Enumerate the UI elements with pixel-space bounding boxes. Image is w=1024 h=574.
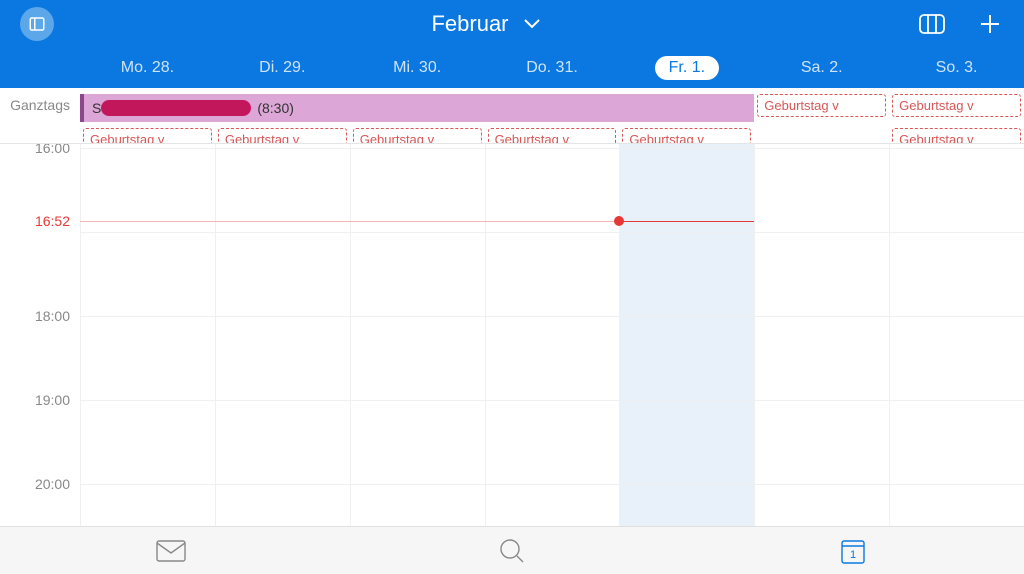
- plus-icon: [978, 12, 1002, 36]
- search-tab[interactable]: [496, 535, 528, 567]
- allday-section: Ganztags S (8:30) Geburtstag v Geburtstag v…: [0, 88, 1024, 144]
- header-left: [20, 7, 54, 41]
- day-label: Di. 29.: [259, 59, 305, 77]
- columns-icon: [919, 14, 945, 34]
- add-event-button[interactable]: [976, 10, 1004, 38]
- day-label: Do. 31.: [526, 59, 578, 77]
- now-line: [619, 221, 754, 222]
- bottom-bar: 1: [0, 526, 1024, 574]
- day-label: Sa. 2.: [801, 59, 843, 77]
- time-column[interactable]: [619, 144, 754, 526]
- calendar-icon: 1: [841, 538, 865, 564]
- birthday-event[interactable]: Geburtstag v: [757, 94, 886, 117]
- allday-event[interactable]: S (8:30): [80, 94, 754, 122]
- chevron-down-icon: [523, 18, 541, 30]
- sidebar-toggle-button[interactable]: [20, 7, 54, 41]
- allday-label: Ganztags: [0, 88, 80, 143]
- mail-tab[interactable]: [155, 535, 187, 567]
- event-prefix: S: [92, 100, 101, 116]
- day-label: Mo. 28.: [121, 59, 174, 77]
- hour-label: 20:00: [35, 476, 70, 492]
- now-label: 16:52: [35, 213, 70, 229]
- calendar-tab[interactable]: 1: [837, 535, 869, 567]
- days-row: Mo. 28. Di. 29. Mi. 30. Do. 31. Fr. 1. Sa. 2.…: [0, 48, 1024, 88]
- hour-line: [80, 232, 1024, 233]
- header: Februar Mo. 28. Di. 29. Mi. 30. Do. 31. Fr. …: [0, 0, 1024, 88]
- time-column[interactable]: [754, 144, 889, 526]
- day-cell[interactable]: Mo. 28.: [80, 48, 215, 88]
- time-labels: 16:00 18:00 19:00 20:00 16:52: [0, 144, 80, 526]
- day-cell[interactable]: Fr. 1.: [619, 48, 754, 88]
- day-label: So. 3.: [936, 59, 978, 77]
- view-options-button[interactable]: [918, 10, 946, 38]
- hour-line: [80, 148, 1024, 149]
- sidebar-icon: [28, 15, 46, 33]
- month-selector[interactable]: Februar: [431, 11, 540, 37]
- hour-line: [80, 484, 1024, 485]
- birthday-event[interactable]: Geburtstag v: [83, 128, 212, 144]
- birthday-event[interactable]: Geburtstag v: [892, 128, 1021, 144]
- time-column[interactable]: [889, 144, 1024, 526]
- time-grid[interactable]: 16:00 18:00 19:00 20:00 16:52: [0, 144, 1024, 526]
- hour-label: 16:00: [35, 144, 70, 156]
- day-label: Fr. 1.: [655, 56, 719, 80]
- event-redacted: [101, 100, 251, 116]
- search-icon: [499, 538, 525, 564]
- header-right: [918, 10, 1004, 38]
- event-time: (8:30): [257, 100, 294, 116]
- hour-line: [80, 316, 1024, 317]
- day-cell[interactable]: So. 3.: [889, 48, 1024, 88]
- hour-label: 19:00: [35, 392, 70, 408]
- calendar-day-number: 1: [850, 549, 856, 561]
- birthday-event[interactable]: Geburtstag v: [488, 128, 617, 144]
- mail-icon: [156, 540, 186, 562]
- birthday-event[interactable]: Geburtstag v: [218, 128, 347, 144]
- time-column[interactable]: [80, 144, 215, 526]
- hour-line: [80, 400, 1024, 401]
- day-cell[interactable]: Do. 31.: [485, 48, 620, 88]
- time-column[interactable]: [485, 144, 620, 526]
- month-label: Februar: [431, 11, 508, 37]
- now-line-past: [80, 221, 619, 222]
- birthday-event[interactable]: Geburtstag v: [622, 128, 751, 144]
- day-cell[interactable]: Sa. 2.: [754, 48, 889, 88]
- time-column[interactable]: [215, 144, 350, 526]
- time-column[interactable]: [350, 144, 485, 526]
- now-indicator-dot: [614, 216, 624, 226]
- day-cell[interactable]: Di. 29.: [215, 48, 350, 88]
- birthday-event[interactable]: Geburtstag v: [892, 94, 1021, 117]
- birthday-event[interactable]: Geburtstag v: [353, 128, 482, 144]
- header-top: Februar: [0, 0, 1024, 48]
- day-cell[interactable]: Mi. 30.: [350, 48, 485, 88]
- grid-body[interactable]: [80, 144, 1024, 526]
- hour-label: 18:00: [35, 308, 70, 324]
- day-label: Mi. 30.: [393, 59, 441, 77]
- allday-grid: S (8:30) Geburtstag v Geburtstag v Geburtsta…: [80, 88, 1024, 143]
